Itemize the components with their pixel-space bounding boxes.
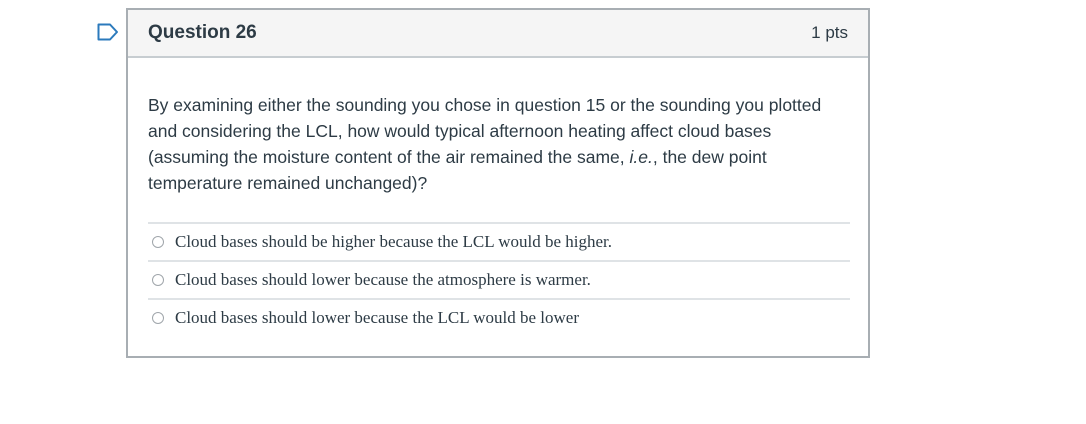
radio-button[interactable] <box>152 236 164 248</box>
question-header: Question 26 1 pts <box>128 10 868 58</box>
question-text-italic: i.e. <box>629 147 653 167</box>
bookmark-flag-icon[interactable] <box>97 23 119 41</box>
radio-button[interactable] <box>152 312 164 324</box>
question-card: Question 26 1 pts By examining either th… <box>126 8 870 358</box>
radio-button[interactable] <box>152 274 164 286</box>
answer-label: Cloud bases should lower because the LCL… <box>175 308 579 327</box>
answer-option[interactable]: Cloud bases should lower because the atm… <box>148 260 850 298</box>
answer-option[interactable]: Cloud bases should be higher because the… <box>148 222 850 260</box>
answer-label: Cloud bases should lower because the atm… <box>175 270 591 289</box>
answer-label: Cloud bases should be higher because the… <box>175 232 613 251</box>
question-title: Question 26 <box>148 22 257 43</box>
answer-option[interactable]: Cloud bases should lower because the LCL… <box>148 298 850 336</box>
question-points: 1 pts <box>811 23 848 42</box>
answer-list: Cloud bases should be higher because the… <box>148 222 850 336</box>
question-text: By examining either the sounding you cho… <box>148 92 848 196</box>
